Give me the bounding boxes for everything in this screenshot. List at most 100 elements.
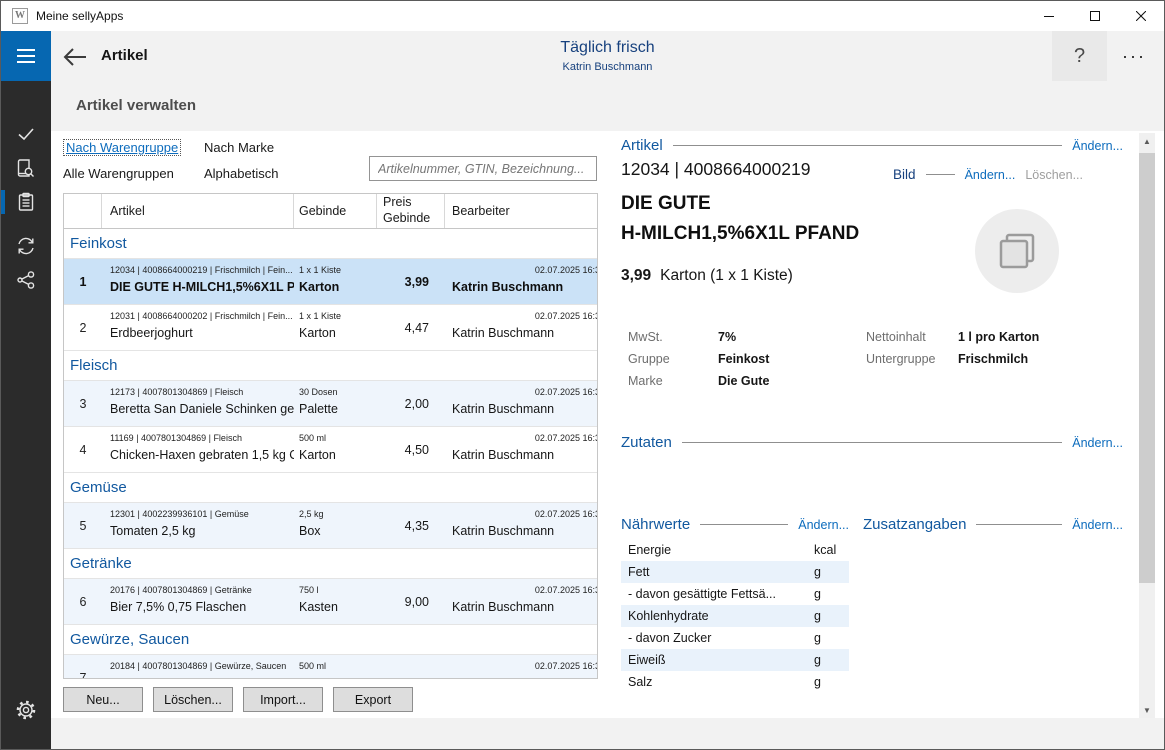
sidebar [1, 31, 51, 749]
close-icon [1136, 11, 1146, 21]
row-gebinde-type: Box [299, 524, 377, 538]
row-artikel-meta: 11169 | 4007801304869 | Fleisch [110, 433, 294, 443]
section-zusatzangaben-header: Zusatzangaben Ändern... [863, 516, 1123, 533]
row-editor: Katrin Buschmann [445, 448, 597, 462]
filter-by-warengruppe[interactable]: Nach Warengruppe [63, 139, 181, 156]
sidebar-item-settings[interactable] [1, 693, 51, 727]
row-artikel-name: DIE GUTE H-MILCH1,5%6X1L PF... [110, 280, 294, 294]
delete-button[interactable]: Löschen... [153, 687, 233, 712]
sidebar-item-tasks[interactable] [1, 117, 51, 151]
row-artikel-name: Tomaten 2,5 kg [110, 524, 294, 538]
table-row[interactable]: 3 12173 | 4007801304869 | FleischBeretta… [64, 381, 597, 427]
section-naehrwerte-title: Nährwerte [621, 516, 690, 533]
zusatzangaben-change-link[interactable]: Ändern... [1072, 518, 1123, 532]
row-editor: Katrin Buschmann [445, 402, 597, 416]
naehrwerte-change-link[interactable]: Ändern... [798, 518, 849, 532]
scrollbar-thumb[interactable] [1139, 153, 1155, 583]
divider [682, 442, 1062, 443]
zutaten-change-link[interactable]: Ändern... [1072, 436, 1123, 450]
section-title: Artikel verwalten [76, 97, 196, 114]
export-button[interactable]: Export [333, 687, 413, 712]
sidebar-item-catalog[interactable] [1, 151, 51, 185]
nutrition-unit: kcal [814, 543, 836, 557]
row-number: 2 [64, 305, 102, 350]
bild-label: Bild [893, 167, 916, 182]
detail-scrollbar[interactable]: ▲ ▼ [1139, 133, 1155, 718]
article-groups: Feinkost 1 12034 | 4008664000219 | Frisc… [64, 229, 597, 679]
group-header: Gemüse [64, 473, 597, 503]
nutrition-label: Energie [621, 543, 814, 557]
group-header: Fleisch [64, 351, 597, 381]
row-gebinde-size: 2,5 kg [299, 509, 377, 519]
close-button[interactable] [1118, 1, 1164, 31]
table-row[interactable]: 4 11169 | 4007801304869 | FleischChicken… [64, 427, 597, 473]
group-header: Feinkost [64, 229, 597, 259]
settings-gear-icon [15, 699, 37, 721]
row-gebinde-size: 500 ml [299, 661, 377, 671]
checkmark-icon [16, 124, 36, 144]
bild-delete-link[interactable]: Löschen... [1025, 168, 1083, 182]
section-artikel-title: Artikel [621, 137, 663, 154]
store-name: Täglich frisch [51, 39, 1164, 57]
help-button[interactable]: ? [1052, 31, 1107, 81]
row-number: 6 [64, 579, 102, 624]
row-editor: Katrin Buschmann [445, 326, 597, 340]
row-editor: Katrin Buschmann [445, 280, 597, 294]
search-input[interactable] [369, 156, 597, 181]
row-artikel-name: Erdbeerjoghurt [110, 326, 294, 340]
more-options-button[interactable]: ··· [1112, 31, 1156, 81]
row-artikel-meta: 20184 | 4007801304869 | Gewürze, Saucen [110, 661, 294, 671]
row-preis: 4,47 [377, 305, 445, 350]
section-bild-header: Bild Ändern... Löschen... [893, 167, 1083, 182]
row-gebinde-size: 1 x 1 Kiste [299, 265, 377, 275]
filter-by-marke[interactable]: Nach Marke [204, 140, 274, 155]
row-artikel-name: Beretta San Daniele Schinken gesc... [110, 402, 294, 416]
nutrition-label: - davon gesättigte Fettsä... [621, 587, 814, 601]
nutrition-row: Eiweiß g [621, 649, 849, 671]
new-button[interactable]: Neu... [63, 687, 143, 712]
column-header-artikel: Artikel [102, 194, 294, 228]
table-row[interactable]: 2 12031 | 4008664000202 | Frischmilch | … [64, 305, 597, 351]
product-image-placeholder [975, 209, 1059, 293]
row-preis: 4,35 [377, 503, 445, 548]
row-artikel-name: Chicken-Haxen gebraten 1,5 kg C... [110, 448, 294, 462]
row-date: 02.07.2025 16:30 [445, 387, 597, 397]
row-preis [377, 655, 445, 679]
import-button[interactable]: Import... [243, 687, 323, 712]
maximize-button[interactable] [1072, 1, 1118, 31]
row-artikel-meta: 12034 | 4008664000219 | Frischmilch | Fe… [110, 265, 294, 275]
info-label: Gruppe [628, 352, 670, 366]
nutrition-row: Fett g [621, 561, 849, 583]
scroll-down-arrow-icon[interactable]: ▼ [1139, 702, 1155, 718]
table-row[interactable]: 6 20176 | 4007801304869 | GetränkeBier 7… [64, 579, 597, 625]
sidebar-item-sync[interactable] [1, 229, 51, 263]
info-value: Die Gute [718, 374, 769, 388]
table-header: Artikel Gebinde PreisGebinde Bearbeiter [64, 194, 597, 229]
sidebar-item-articles[interactable] [1, 185, 51, 219]
row-number: 5 [64, 503, 102, 548]
filter-group-value[interactable]: Alle Warengruppen [63, 166, 174, 181]
row-preis: 9,00 [377, 579, 445, 624]
artikel-change-link[interactable]: Ändern... [1072, 139, 1123, 153]
share-icon [16, 270, 36, 290]
table-row[interactable]: 5 12301 | 4002239936101 | GemüseTomaten … [64, 503, 597, 549]
nutrition-row: Energie kcal [621, 539, 849, 561]
scroll-up-arrow-icon[interactable]: ▲ [1139, 133, 1155, 149]
price-value: 3,99 [621, 267, 651, 285]
bild-change-link[interactable]: Ändern... [965, 168, 1016, 182]
row-gebinde-type: Palette [299, 402, 377, 416]
sync-icon [15, 235, 37, 257]
column-header-bearbeiter: Bearbeiter [445, 194, 597, 228]
nutrition-row: - davon gesättigte Fettsä... g [621, 583, 849, 605]
table-row[interactable]: 7 20184 | 4007801304869 | Gewürze, Sauce… [64, 655, 597, 679]
section-zutaten-header: Zutaten Ändern... [621, 434, 1123, 451]
row-gebinde-type: Kasten [299, 600, 377, 614]
filter-sort-value[interactable]: Alphabetisch [204, 166, 278, 181]
row-gebinde-type: Karton [299, 280, 377, 294]
table-row[interactable]: 1 12034 | 4008664000219 | Frischmilch | … [64, 259, 597, 305]
minimize-button[interactable] [1026, 1, 1072, 31]
app-logo-icon: W [12, 8, 28, 24]
hamburger-menu-button[interactable] [1, 31, 51, 81]
row-preis: 4,50 [377, 427, 445, 472]
sidebar-item-share[interactable] [1, 263, 51, 297]
